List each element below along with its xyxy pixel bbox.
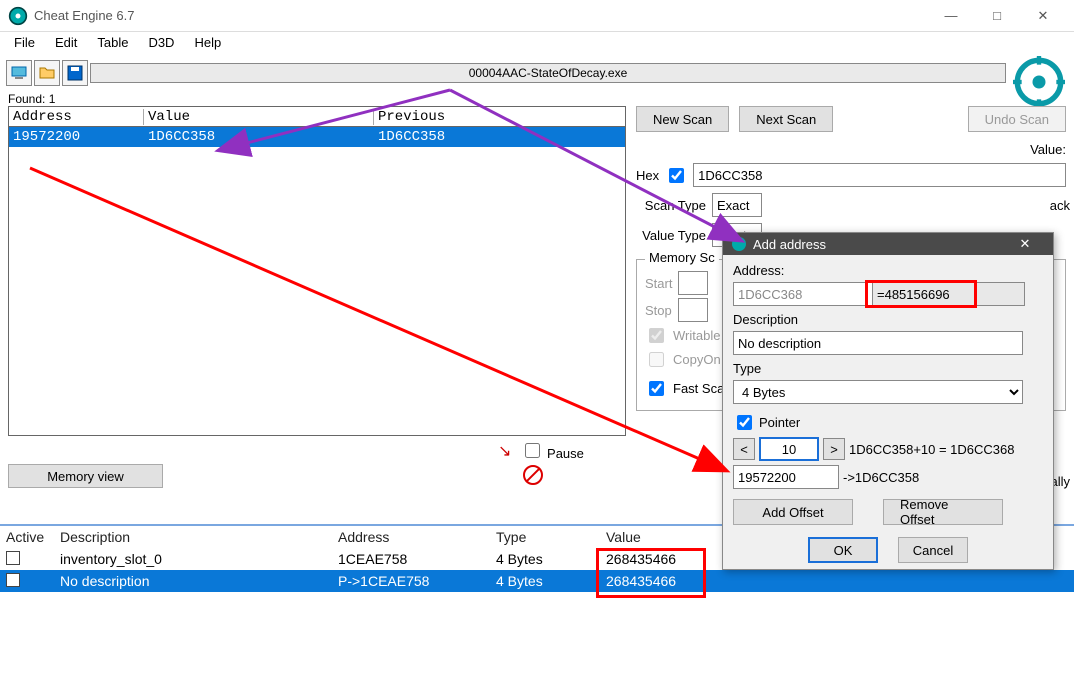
scan-type-label: Scan Type (636, 198, 706, 213)
fast-scan-checkbox[interactable] (649, 381, 664, 396)
col-description[interactable]: Description (54, 529, 332, 545)
hex-label: Hex (636, 168, 659, 183)
address-input[interactable] (733, 282, 873, 306)
dialog-icon (731, 236, 747, 252)
cancel-button[interactable]: Cancel (898, 537, 968, 563)
menu-d3d[interactable]: D3D (138, 32, 184, 56)
pointer-checkbox[interactable] (737, 415, 752, 430)
stop-label: Stop (645, 303, 672, 318)
pointer-resolved: ->1D6CC358 (843, 470, 919, 485)
pause-checkbox[interactable]: Pause (521, 440, 584, 461)
cell-type: 4 Bytes (490, 573, 600, 589)
computer-icon (10, 64, 28, 82)
cell-address2: 1CEAE758 (332, 551, 490, 567)
add-to-list-icon[interactable]: ↘ (498, 441, 511, 461)
description-input[interactable] (733, 331, 1023, 355)
scan-results-header: Address Value Previous (9, 107, 625, 127)
gear-icon (1013, 56, 1065, 108)
start-input[interactable] (678, 271, 708, 295)
value-label: Value: (1030, 142, 1066, 157)
floppy-icon (66, 64, 84, 82)
title-bar: Cheat Engine 6.7 — □ ✕ (0, 0, 1074, 32)
save-button[interactable] (62, 60, 88, 86)
active-checkbox[interactable] (6, 551, 20, 565)
offset-next-button[interactable]: > (823, 438, 845, 460)
cell-description: No description (54, 573, 332, 589)
dialog-titlebar[interactable]: Add address ✕ (723, 233, 1053, 255)
remove-offset-button[interactable]: Remove Offset (883, 499, 1003, 525)
col-address[interactable]: Address (9, 109, 144, 125)
found-count: Found: 1 (8, 92, 1066, 106)
cell-description: inventory_slot_0 (54, 551, 332, 567)
col-previous[interactable]: Previous (374, 109, 625, 125)
minimize-button[interactable]: — (928, 0, 974, 31)
copyonwrite-checkbox[interactable] (649, 352, 664, 367)
process-display[interactable]: 00004AAC-StateOfDecay.exe (90, 63, 1006, 83)
menu-file[interactable]: File (4, 32, 45, 56)
dialog-close-button[interactable]: ✕ (1005, 236, 1045, 252)
address-label: Address: (733, 263, 1043, 278)
process-name: 00004AAC-StateOfDecay.exe (469, 66, 628, 80)
add-address-dialog: Add address ✕ Address: =485156696 Descri… (722, 232, 1054, 570)
col-address2[interactable]: Address (332, 529, 490, 545)
cell-address: 19572200 (9, 129, 144, 145)
address-decimal: =485156696 (873, 282, 1025, 306)
memory-view-button[interactable]: Memory view (8, 464, 163, 488)
type-label: Type (733, 361, 1043, 376)
stop-input[interactable] (678, 298, 708, 322)
scan-result-row[interactable]: 19572200 1D6CC358 1D6CC358 (9, 127, 625, 147)
menu-help[interactable]: Help (184, 32, 231, 56)
close-button[interactable]: ✕ (1020, 0, 1066, 31)
memory-scan-group-title: Memory Sc (645, 250, 719, 265)
value-type-label: Value Type (636, 228, 706, 243)
dialog-title: Add address (753, 237, 826, 252)
description-label: Description (733, 312, 1043, 327)
window-title: Cheat Engine 6.7 (34, 8, 134, 23)
cell-value2: 268435466 (600, 573, 1074, 589)
value-input[interactable] (693, 163, 1066, 187)
toolbar: 00004AAC-StateOfDecay.exe (0, 56, 1074, 90)
scan-results-table[interactable]: Address Value Previous 19572200 1D6CC358… (8, 106, 626, 436)
new-scan-button[interactable]: New Scan (636, 106, 729, 132)
col-type[interactable]: Type (490, 529, 600, 545)
start-label: Start (645, 276, 672, 291)
open-button[interactable] (34, 60, 60, 86)
add-offset-button[interactable]: Add Offset (733, 499, 853, 525)
cell-address2: P->1CEAE758 (332, 573, 490, 589)
ok-button[interactable]: OK (808, 537, 878, 563)
menu-edit[interactable]: Edit (45, 32, 87, 56)
pointer-base-input[interactable] (733, 465, 839, 489)
fragment-ack: ack (1050, 198, 1070, 213)
pointer-label: Pointer (759, 415, 800, 430)
offset-input[interactable] (759, 437, 819, 461)
active-checkbox[interactable] (6, 573, 20, 587)
cell-type: 4 Bytes (490, 551, 600, 567)
offset-expression: 1D6CC358+10 = 1D6CC368 (849, 442, 1015, 457)
address-row[interactable]: No description P->1CEAE758 4 Bytes 26843… (0, 570, 1074, 592)
maximize-button[interactable]: □ (974, 0, 1020, 31)
select-process-button[interactable] (6, 60, 32, 86)
next-scan-button[interactable]: Next Scan (739, 106, 833, 132)
cell-previous: 1D6CC358 (374, 129, 625, 145)
offset-prev-button[interactable]: < (733, 438, 755, 460)
scan-type-select[interactable] (712, 193, 762, 217)
type-select[interactable]: 4 Bytes (733, 380, 1023, 404)
writable-checkbox[interactable] (649, 328, 664, 343)
col-active[interactable]: Active (0, 529, 54, 545)
cancel-icon[interactable] (523, 465, 543, 485)
cell-value: 1D6CC358 (144, 129, 374, 145)
menu-bar: File Edit Table D3D Help (0, 32, 1074, 56)
hex-checkbox[interactable] (669, 168, 684, 183)
folder-open-icon (38, 64, 56, 82)
col-value[interactable]: Value (144, 109, 374, 125)
undo-scan-button[interactable]: Undo Scan (968, 106, 1066, 132)
app-icon (8, 6, 28, 26)
menu-table[interactable]: Table (87, 32, 138, 56)
